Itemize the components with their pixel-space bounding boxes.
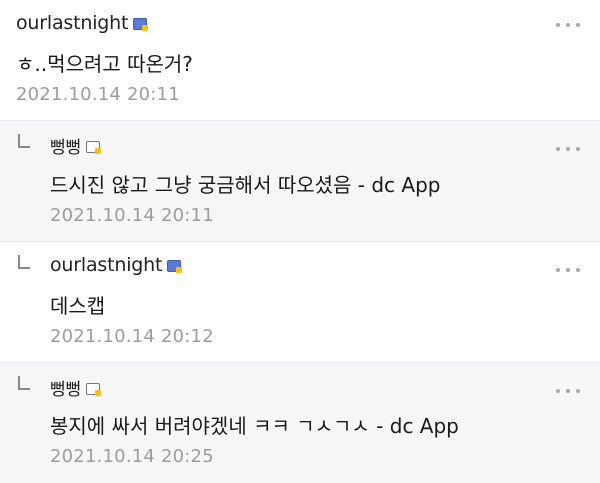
more-dots-icon <box>556 389 560 393</box>
comment-date: 2021.10.14 20:11 <box>50 205 214 226</box>
more-options-button[interactable] <box>556 22 580 28</box>
more-options-button[interactable] <box>556 267 580 273</box>
nickname[interactable]: ourlastnight <box>50 254 162 276</box>
more-dots-icon <box>556 23 560 27</box>
fixed-member-badge-icon <box>167 260 183 273</box>
nickname[interactable]: 뻥뻥 <box>50 133 81 158</box>
reply-item: ourlastnight 데스캡 2021.10.14 20:12 <box>0 242 600 363</box>
half-member-badge-icon <box>85 140 101 154</box>
more-options-button[interactable] <box>556 146 580 152</box>
comment-date: 2021.10.14 20:25 <box>50 446 214 467</box>
reply-item: 뻥뻥 드시진 않고 그냥 궁금해서 따오셨음 - dc App 2021.10.… <box>0 121 600 242</box>
comment-date: 2021.10.14 20:11 <box>16 84 180 105</box>
more-options-button[interactable] <box>556 388 580 394</box>
comment-header: 뻥뻥 <box>50 375 101 400</box>
comment-header: 뻥뻥 <box>50 133 101 158</box>
more-dots-icon <box>556 147 560 151</box>
comment-text: 드시진 않고 그냥 궁금해서 따오셨음 - dc App <box>50 173 441 197</box>
comment-list: ourlastnight ㅎ..먹으려고 따온거? 2021.10.14 20:… <box>0 0 600 483</box>
comment-text: 데스캡 <box>50 294 106 318</box>
nickname[interactable]: 뻥뻥 <box>50 375 81 400</box>
reply-arrow-icon <box>18 255 30 269</box>
comment-item: ourlastnight ㅎ..먹으려고 따온거? 2021.10.14 20:… <box>0 0 600 121</box>
reply-arrow-icon <box>18 134 30 148</box>
half-member-badge-icon <box>85 382 101 396</box>
nickname[interactable]: ourlastnight <box>16 12 128 34</box>
comment-text: ㅎ..먹으려고 따온거? <box>16 52 193 76</box>
reply-item: 뻥뻥 봉지에 싸서 버려야겠네 ㅋㅋ ㄱㅅㄱㅅ - dc App 2021.10… <box>0 363 600 483</box>
comment-date: 2021.10.14 20:12 <box>50 326 214 347</box>
comment-text: 봉지에 싸서 버려야겠네 ㅋㅋ ㄱㅅㄱㅅ - dc App <box>50 414 459 438</box>
more-dots-icon <box>556 268 560 272</box>
fixed-member-badge-icon <box>133 18 149 31</box>
comment-header: ourlastnight <box>16 12 149 34</box>
reply-arrow-icon <box>18 376 30 390</box>
comment-header: ourlastnight <box>50 254 183 276</box>
